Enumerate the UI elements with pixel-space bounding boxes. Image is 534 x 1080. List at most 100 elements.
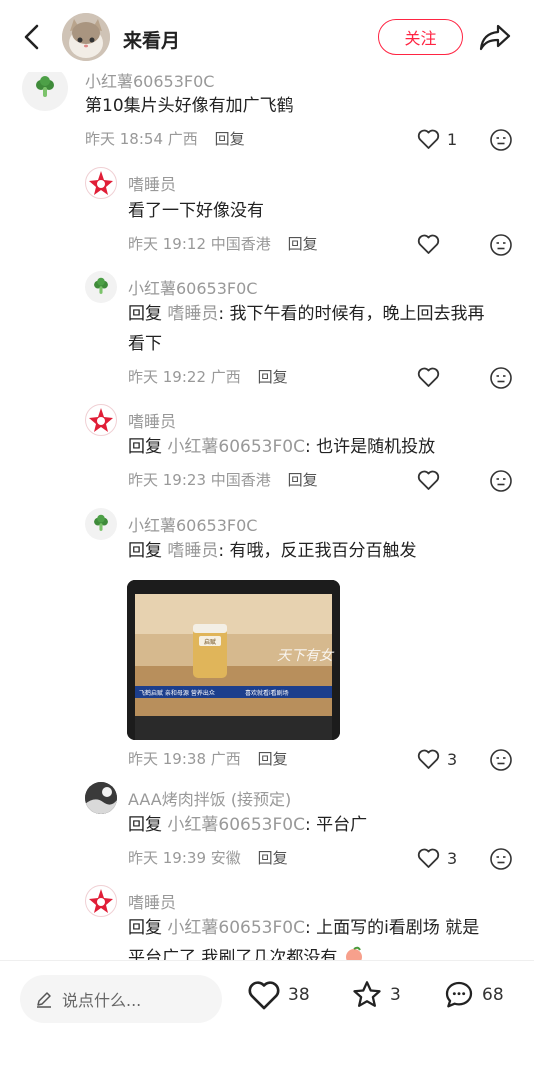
comment-location: 中国香港: [210, 235, 271, 253]
reply-button[interactable]: 回复: [258, 368, 288, 386]
comment-location: 广西: [210, 368, 241, 386]
reply-button[interactable]: 回复: [288, 471, 318, 489]
dislike-icon[interactable]: [489, 748, 513, 772]
like-count: 1: [447, 129, 458, 149]
pencil-icon: [37, 992, 51, 1008]
like-button[interactable]: 1: [416, 128, 457, 150]
author-avatar[interactable]: [62, 13, 110, 61]
broccoli-icon: [94, 514, 108, 531]
back-arrow-icon[interactable]: [18, 22, 48, 52]
comment-photo[interactable]: 启赋 天下有女 飞鹤启赋 亲和母源 营养出众 喜欢就看i看剧场: [127, 580, 340, 740]
comment-time: 昨天 19:12: [128, 235, 206, 253]
comment-username[interactable]: 嗜睡员: [128, 889, 176, 913]
peach-emoji-icon: [345, 946, 362, 960]
mention-link[interactable]: 嗜睡员: [167, 304, 218, 324]
comment-text: 回复 嗜睡员: 我下午看的时候有，晚上回去我再: [128, 299, 485, 329]
author-name[interactable]: 来看月: [123, 26, 180, 53]
user-avatar[interactable]: [85, 782, 117, 814]
comment-text: 看了一下好像没有: [128, 201, 264, 221]
user-avatar[interactable]: [85, 167, 117, 199]
comment-body: : 有哦，反正我百分百触发: [218, 541, 417, 561]
collect-button[interactable]: 3: [350, 979, 401, 1011]
user-avatar[interactable]: [85, 885, 117, 917]
comment-body: : 也许是随机投放: [304, 437, 436, 457]
like-button[interactable]: 3: [416, 748, 457, 770]
broccoli-icon: [94, 277, 108, 294]
comment-body: 平台广了 我刷了几次都没有: [128, 948, 338, 960]
ticker-text2: 喜欢就看i看剧场: [245, 689, 289, 697]
comment-text: 回复 嗜睡员: 有哦，反正我百分百触发: [128, 536, 417, 566]
comment-button[interactable]: 68: [442, 979, 504, 1011]
mention-link[interactable]: 小红薯60653F0C: [167, 918, 305, 938]
cat-avatar-icon: [62, 13, 110, 61]
input-placeholder: 说点什么...: [62, 991, 142, 1010]
overlay-script: 天下有女: [277, 648, 335, 664]
post-like-count: 38: [288, 985, 310, 1005]
mention-link[interactable]: 小红薯60653F0C: [167, 437, 305, 457]
comment-text: 回复 小红薯60653F0C: 也许是随机投放: [128, 432, 435, 462]
comment-meta: 昨天 19:38 广西 回复: [128, 748, 288, 769]
dislike-icon[interactable]: [489, 128, 513, 152]
comment-text: 回复 小红薯60653F0C: 平台广: [128, 810, 367, 840]
red-emblem-icon: [87, 887, 115, 915]
comment-meta: 昨天 19:39 安徽 回复: [128, 847, 288, 868]
comment-meta: 昨天 19:23 中国香港 回复: [128, 469, 318, 490]
comment-text-line2: 看下: [128, 334, 162, 354]
dislike-icon[interactable]: [489, 847, 513, 871]
like-count: 3: [447, 848, 458, 868]
reply-button[interactable]: 回复: [215, 130, 245, 148]
reply-prefix: 回复: [128, 541, 162, 561]
user-avatar[interactable]: [85, 271, 117, 303]
reply-prefix: 回复: [128, 437, 162, 457]
heart-icon: [417, 848, 440, 868]
comment-username[interactable]: AAA烤肉拌饭 (接预定): [128, 786, 291, 810]
ticker-text: 飞鹤启赋 亲和母源 营养出众: [139, 689, 215, 697]
comment-username[interactable]: 小红薯60653F0C: [128, 512, 257, 536]
comment-location: 广西: [167, 130, 198, 148]
mention-link[interactable]: 嗜睡员: [167, 541, 218, 561]
top-bar: 来看月 关注: [0, 0, 534, 72]
comment-body: : 我下午看的时候有，晚上回去我再: [218, 304, 485, 324]
reply-button[interactable]: 回复: [258, 750, 288, 768]
heart-icon: [248, 981, 280, 1010]
like-button[interactable]: [416, 366, 447, 388]
dislike-icon[interactable]: [489, 366, 513, 390]
speech-bubble-icon: [445, 981, 473, 1008]
reply-button[interactable]: 回复: [288, 235, 318, 253]
like-button[interactable]: 3: [416, 847, 457, 869]
comment-location: 广西: [210, 750, 241, 768]
reply-prefix: 回复: [128, 304, 162, 324]
comment-time: 昨天 18:54: [85, 130, 163, 148]
product-label: 启赋: [204, 638, 216, 646]
photo-avatar-icon: [85, 782, 117, 814]
follow-button[interactable]: 关注: [378, 19, 463, 55]
tv-screen-image: 启赋 天下有女 飞鹤启赋 亲和母源 营养出众 喜欢就看i看剧场: [127, 580, 340, 740]
heart-icon: [417, 234, 440, 254]
comments-list: 小红薯60653F0C 第10集片头好像有加广飞鹤 昨天 18:54 广西 回复…: [0, 0, 534, 960]
heart-icon: [417, 129, 440, 149]
share-icon[interactable]: [478, 22, 512, 52]
comment-username[interactable]: 小红薯60653F0C: [128, 275, 257, 299]
heart-icon: [417, 749, 440, 769]
dislike-icon[interactable]: [489, 469, 513, 493]
comment-username[interactable]: 嗜睡员: [128, 408, 176, 432]
user-avatar[interactable]: [85, 404, 117, 436]
comment-text-line2: 平台广了 我刷了几次都没有: [128, 943, 365, 960]
dislike-icon[interactable]: [489, 233, 513, 257]
comment-location: 安徽: [210, 849, 241, 867]
comment-time: 昨天 19:22: [128, 368, 206, 386]
comment-text: 第10集片头好像有加广飞鹤: [85, 96, 294, 116]
user-avatar[interactable]: [85, 508, 117, 540]
like-post-button[interactable]: 38: [246, 979, 310, 1011]
bottom-action-bar: 说点什么... 38 3 68: [0, 960, 534, 1080]
reply-prefix: 回复: [128, 918, 162, 938]
reply-button[interactable]: 回复: [258, 849, 288, 867]
comment-location: 中国香港: [210, 471, 271, 489]
comment-text: 回复 小红薯60653F0C: 上面写的i看剧场 就是: [128, 913, 479, 943]
like-button[interactable]: [416, 469, 447, 491]
like-button[interactable]: [416, 233, 447, 255]
mention-link[interactable]: 小红薯60653F0C: [167, 815, 305, 835]
comment-input[interactable]: 说点什么...: [20, 975, 222, 1023]
comment-username[interactable]: 嗜睡员: [128, 171, 176, 195]
comment-body: : 上面写的i看剧场 就是: [304, 918, 480, 938]
